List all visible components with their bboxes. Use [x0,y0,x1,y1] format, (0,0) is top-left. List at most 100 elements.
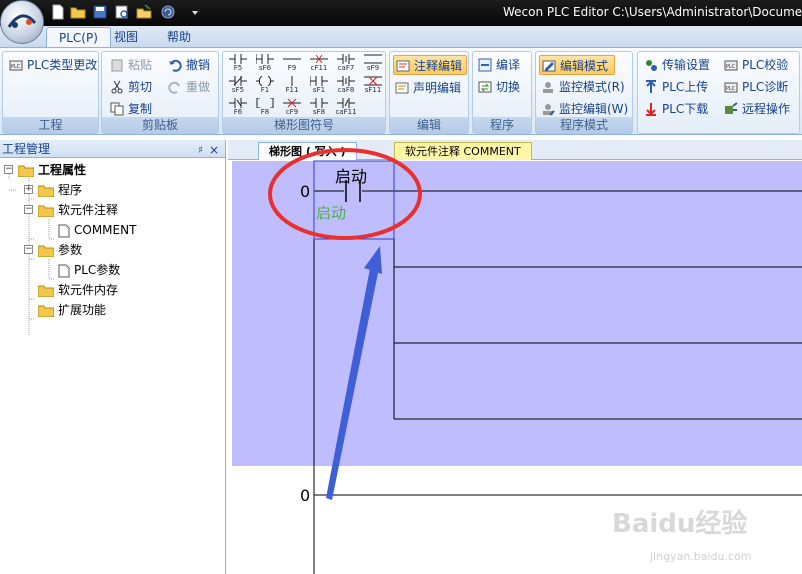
group-label-project: 工程 [3,117,98,133]
nc-contact-icon [229,76,247,86]
folder-icon [38,185,54,197]
symbol-key: F11 [285,86,299,94]
tab-view[interactable]: 视图 [102,27,150,48]
group-label-edit: 编辑 [390,117,468,133]
expand-icon[interactable]: + [24,185,33,194]
open-folder-icon[interactable] [70,4,86,20]
horizontal-line-icon [283,58,301,60]
tree-item-program[interactable]: + 程序 [24,180,82,200]
project-manager-header: 工程管理 ♯ × [0,140,225,158]
tab-help[interactable]: 帮助 [155,27,203,48]
tree-item-extended-functions[interactable]: 扩展功能 [38,300,106,320]
application-menu-button[interactable] [0,0,44,44]
collapse-icon[interactable]: − [4,165,13,174]
tree-label: COMMENT [74,223,137,237]
transfer-settings-button[interactable]: 传输设置 [642,55,710,75]
tree-label: 程序 [58,183,83,197]
print-preview-icon[interactable] [114,4,130,20]
collapse-icon[interactable]: − [24,205,33,214]
open-project-icon[interactable] [136,4,152,20]
coil-symbol[interactable]: F1 [254,76,276,98]
panel-title: 工程管理 [2,142,51,156]
annotation-arrow [326,256,380,500]
falling-pulse-icon [337,76,355,86]
edit-mode-button[interactable]: 编辑模式 [539,55,615,75]
parallel-nc-symbol[interactable]: sF1 [308,76,330,98]
collapse-icon[interactable]: − [24,245,33,254]
document-icon [58,224,70,237]
group-program-mode: 编辑模式 监控模式(R) 监控编辑(W) 程序模式 [535,51,633,134]
contact-device-label: 启动 [316,204,347,222]
group-label-program: 程序 [473,117,531,133]
download-arrow-icon [646,103,656,116]
redo-arrow-icon [168,81,180,94]
group-project: PLC PLC类型更改 工程 [2,51,99,134]
switch-button[interactable]: 切换 [476,77,520,97]
monitor-edit-label: 监控编辑(W) [559,102,629,116]
compile-button[interactable]: 编译 [476,55,520,75]
plc-diagnose-icon: PLC [724,82,738,93]
plc-upload-button[interactable]: PLC上传 [642,77,708,97]
tree-item-project-properties[interactable]: − 工程属性 [4,160,86,180]
vertical-line-symbol[interactable]: F11 [281,76,303,98]
tree-item-comment[interactable]: COMMENT [58,220,136,240]
close-icon[interactable]: × [209,141,219,159]
cut-button[interactable]: 剪切 [108,77,152,97]
customize-quick-access-icon[interactable] [190,4,200,20]
horizontal-line-symbol[interactable]: F9 [281,54,303,76]
branch-lines [393,239,802,420]
coil-icon [256,76,274,86]
monitor-edit-button[interactable]: 监控编辑(W) [539,99,628,119]
copy-button[interactable]: 复制 [108,99,152,119]
change-plc-type-button[interactable]: PLC PLC类型更改 [7,55,97,75]
plc-download-button[interactable]: PLC下载 [642,99,708,119]
tree-label: 软元件内存 [58,283,119,297]
group-program: 编译 切换 程序 [472,51,532,134]
contact-nc-symbol[interactable]: sF5 [227,76,249,98]
delete-vertical-symbol[interactable]: sF11 [362,76,384,98]
statement-edit-button[interactable]: 声明编辑 [393,78,461,98]
compile-icon [478,58,492,72]
document-icon [58,264,70,277]
symbol-key: sF8 [312,108,326,116]
ribbon: PLC PLC类型更改 工程 粘贴 剪切 复制 撤销 重做 剪贴板 F5 sF6 [0,47,802,135]
contact-no-symbol[interactable]: F5 [227,54,249,76]
pin-icon[interactable]: ♯ [198,142,203,160]
parallel-no-symbol[interactable]: sF6 [254,54,276,76]
parallel-line-symbol[interactable]: sF9 [362,54,384,76]
remote-operation-button[interactable]: 远程操作 [722,99,790,119]
monitor-mode-button[interactable]: 监控模式(R) [539,77,625,97]
undo-icon[interactable] [160,4,176,20]
rising-pulse-symbol[interactable]: caF7 [335,54,357,76]
delete-vertical-icon [364,76,382,86]
group-label-program-mode: 程序模式 [536,117,632,133]
tree-item-plc-parameters[interactable]: PLC参数 [58,260,120,280]
rising-pulse-icon [337,54,355,64]
delete-horizontal-icon [283,98,301,108]
redo-button[interactable]: 重做 [166,77,210,97]
statement-edit-label: 声明编辑 [413,81,462,95]
falling-pulse-symbol[interactable]: caF8 [335,76,357,98]
comment-edit-label: 注释编辑 [414,59,463,73]
comment-edit-button[interactable]: 注释编辑 [393,55,467,75]
undo-button[interactable]: 撤销 [166,55,210,75]
tree-label: 工程属性 [38,163,87,177]
window-title: Wecon PLC Editor C:\Users\Administrator\… [503,5,802,19]
plc-diagnose-button[interactable]: PLC PLC诊断 [722,77,788,97]
delete-line-symbol[interactable]: cF11 [308,54,330,76]
group-label-clipboard: 剪贴板 [102,117,218,133]
tree-item-device-memory[interactable]: 软元件内存 [38,280,118,300]
symbol-key: cF9 [285,108,299,116]
ribbon-tab-bar: PLC(P) 视图 帮助 [0,26,802,48]
new-file-icon[interactable] [50,4,66,20]
save-icon[interactable] [92,4,108,20]
open-folder-icon [38,245,54,257]
symbol-key: sF5 [231,86,245,94]
tree-item-parameters[interactable]: − 参数 [24,240,82,260]
paste-button[interactable]: 粘贴 [108,55,152,75]
plc-verify-button[interactable]: PLC PLC校验 [722,55,788,75]
annotation-arrowhead [364,246,382,274]
redo-label: 重做 [186,80,211,94]
symbol-key: F1 [260,86,270,94]
tree-item-device-comment[interactable]: − 软元件注释 [24,200,118,220]
